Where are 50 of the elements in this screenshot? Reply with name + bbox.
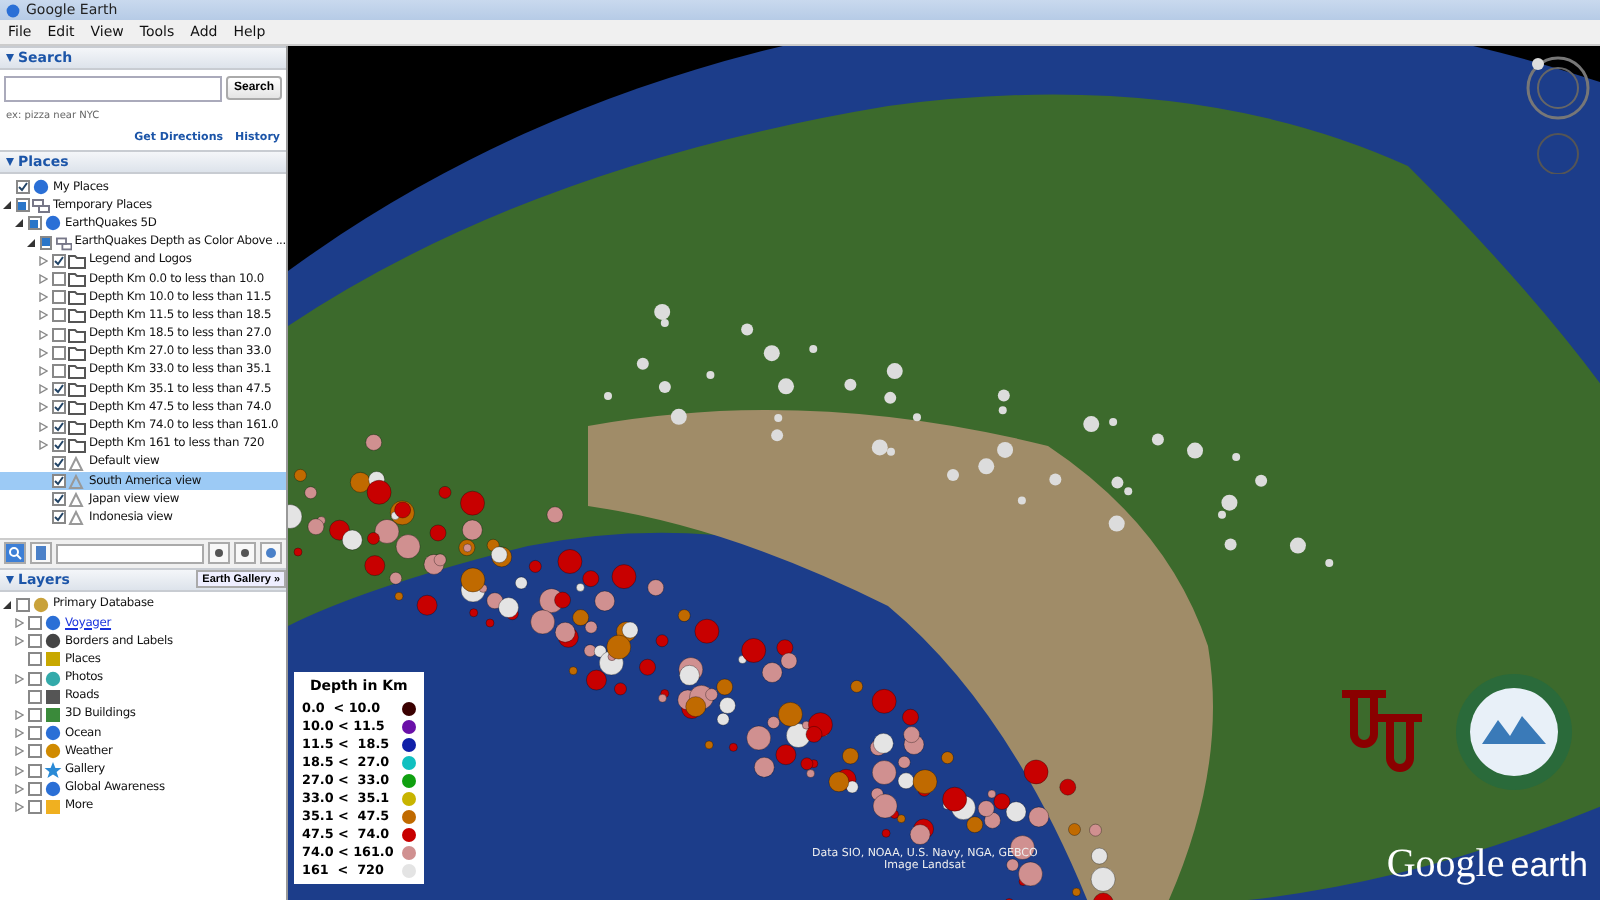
checkbox[interactable] — [51, 382, 65, 397]
checkbox[interactable] — [51, 510, 65, 525]
checkbox[interactable] — [51, 253, 65, 268]
checkbox[interactable] — [51, 345, 65, 360]
checkbox[interactable] — [27, 726, 41, 741]
checkbox[interactable] — [51, 327, 65, 342]
expand-arrow-icon[interactable] — [2, 599, 12, 610]
tour-button[interactable] — [260, 542, 282, 565]
checkbox[interactable] — [27, 707, 41, 722]
checkbox[interactable] — [51, 272, 65, 287]
checkbox[interactable] — [51, 290, 65, 305]
navigation-control-drawing[interactable] — [1524, 54, 1592, 174]
globe-icon — [44, 779, 62, 798]
checkbox[interactable] — [27, 616, 41, 631]
app-logo-icon — [6, 3, 20, 17]
panel-toggle-button[interactable] — [30, 542, 52, 565]
search-icon — [8, 546, 22, 561]
filter-field[interactable] — [56, 543, 204, 564]
expand-arrow-icon[interactable] — [2, 200, 12, 211]
checkbox[interactable] — [27, 689, 41, 704]
dot-icon — [214, 548, 224, 559]
checkbox[interactable] — [51, 437, 65, 452]
checkbox[interactable] — [51, 419, 65, 434]
satellite-globe-drawing[interactable] — [288, 46, 1600, 900]
checkbox[interactable] — [51, 492, 65, 507]
checkbox[interactable] — [51, 363, 65, 378]
checkbox[interactable] — [27, 781, 41, 796]
checkbox[interactable] — [51, 474, 65, 489]
checkbox[interactable] — [51, 455, 65, 470]
move-down-button[interactable] — [234, 542, 256, 565]
move-up-button[interactable] — [208, 542, 230, 565]
checkbox[interactable] — [51, 400, 65, 415]
seal-logo — [1454, 672, 1574, 792]
checkbox[interactable] — [15, 180, 29, 195]
checkbox[interactable] — [51, 308, 65, 323]
search-field[interactable] — [4, 76, 222, 102]
checkbox[interactable] — [27, 634, 41, 649]
dot-icon — [240, 548, 250, 559]
checkbox[interactable] — [15, 597, 29, 612]
checkbox[interactable] — [27, 671, 41, 686]
brand-logo: Google earth — [1386, 842, 1588, 888]
expand-arrow-icon[interactable] — [14, 218, 24, 229]
panel-icon — [36, 546, 46, 561]
checkbox[interactable] — [27, 763, 41, 778]
expand-arrow-icon[interactable] — [26, 237, 36, 248]
search-toggle-button[interactable] — [4, 542, 26, 565]
checkbox[interactable] — [27, 744, 41, 759]
checkbox[interactable] — [27, 652, 41, 667]
star-icon — [44, 761, 62, 780]
checkbox[interactable] — [27, 799, 41, 814]
